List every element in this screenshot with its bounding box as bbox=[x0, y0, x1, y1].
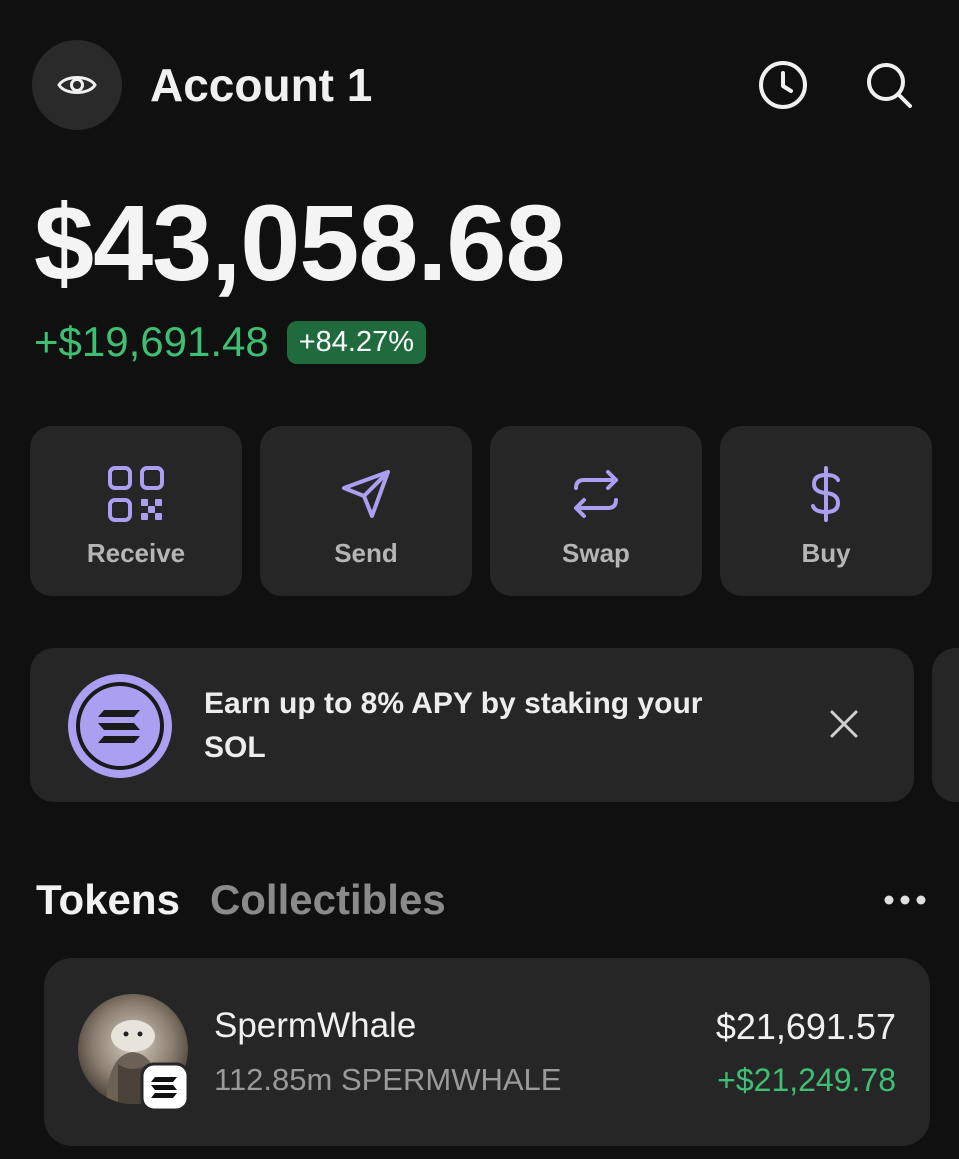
history-icon bbox=[759, 61, 807, 109]
promo-text: Earn up to 8% APY by staking your SOL bbox=[204, 687, 703, 764]
token-change: +$21,249.78 bbox=[717, 1062, 896, 1098]
dollar-icon bbox=[811, 466, 841, 522]
send-label: Send bbox=[334, 538, 398, 568]
send-icon bbox=[342, 470, 390, 518]
eye-icon bbox=[57, 76, 97, 94]
balance-change-row: +$19,691.48 +84.27% bbox=[34, 318, 427, 366]
solana-chain-badge-icon bbox=[140, 1062, 190, 1112]
buy-button[interactable]: Buy bbox=[720, 426, 932, 596]
asset-tabs: Tokens Collectibles bbox=[36, 876, 446, 924]
staking-promo-banner[interactable]: Earn up to 8% APY by staking your SOL bbox=[30, 648, 914, 802]
token-amount: 112.85m SPERMWHALE bbox=[214, 1062, 562, 1097]
next-banner-peek[interactable] bbox=[932, 648, 959, 802]
swap-label: Swap bbox=[562, 538, 630, 568]
tab-tokens[interactable]: Tokens bbox=[36, 876, 180, 924]
receive-label: Receive bbox=[86, 538, 186, 568]
total-balance: $43,058.68 bbox=[34, 182, 566, 303]
qr-code-icon bbox=[108, 466, 164, 522]
receive-button[interactable]: Receive bbox=[30, 426, 242, 596]
token-value: $21,691.57 bbox=[715, 1006, 896, 1047]
token-row[interactable]: SpermWhale 112.85m SPERMWHALE $21,691.57… bbox=[44, 958, 930, 1146]
send-button[interactable]: Send bbox=[260, 426, 472, 596]
swap-icon bbox=[574, 470, 618, 518]
hide-balance-button[interactable] bbox=[32, 40, 122, 130]
account-name[interactable]: Account 1 bbox=[150, 58, 372, 112]
balance-change-value: +$19,691.48 bbox=[34, 318, 269, 365]
more-options-icon[interactable] bbox=[882, 888, 928, 912]
history-button[interactable] bbox=[756, 58, 810, 112]
tab-collectibles[interactable]: Collectibles bbox=[210, 876, 446, 924]
solana-logo-icon bbox=[68, 674, 172, 778]
action-bar: Receive Send Swap Buy bbox=[30, 426, 932, 596]
token-name: SpermWhale bbox=[214, 1006, 417, 1045]
search-button[interactable] bbox=[862, 58, 916, 112]
balance-change-badge: +84.27% bbox=[286, 320, 427, 364]
buy-label: Buy bbox=[801, 538, 851, 568]
swap-button[interactable]: Swap bbox=[490, 426, 702, 596]
search-icon bbox=[867, 63, 912, 108]
close-icon[interactable] bbox=[826, 706, 862, 742]
